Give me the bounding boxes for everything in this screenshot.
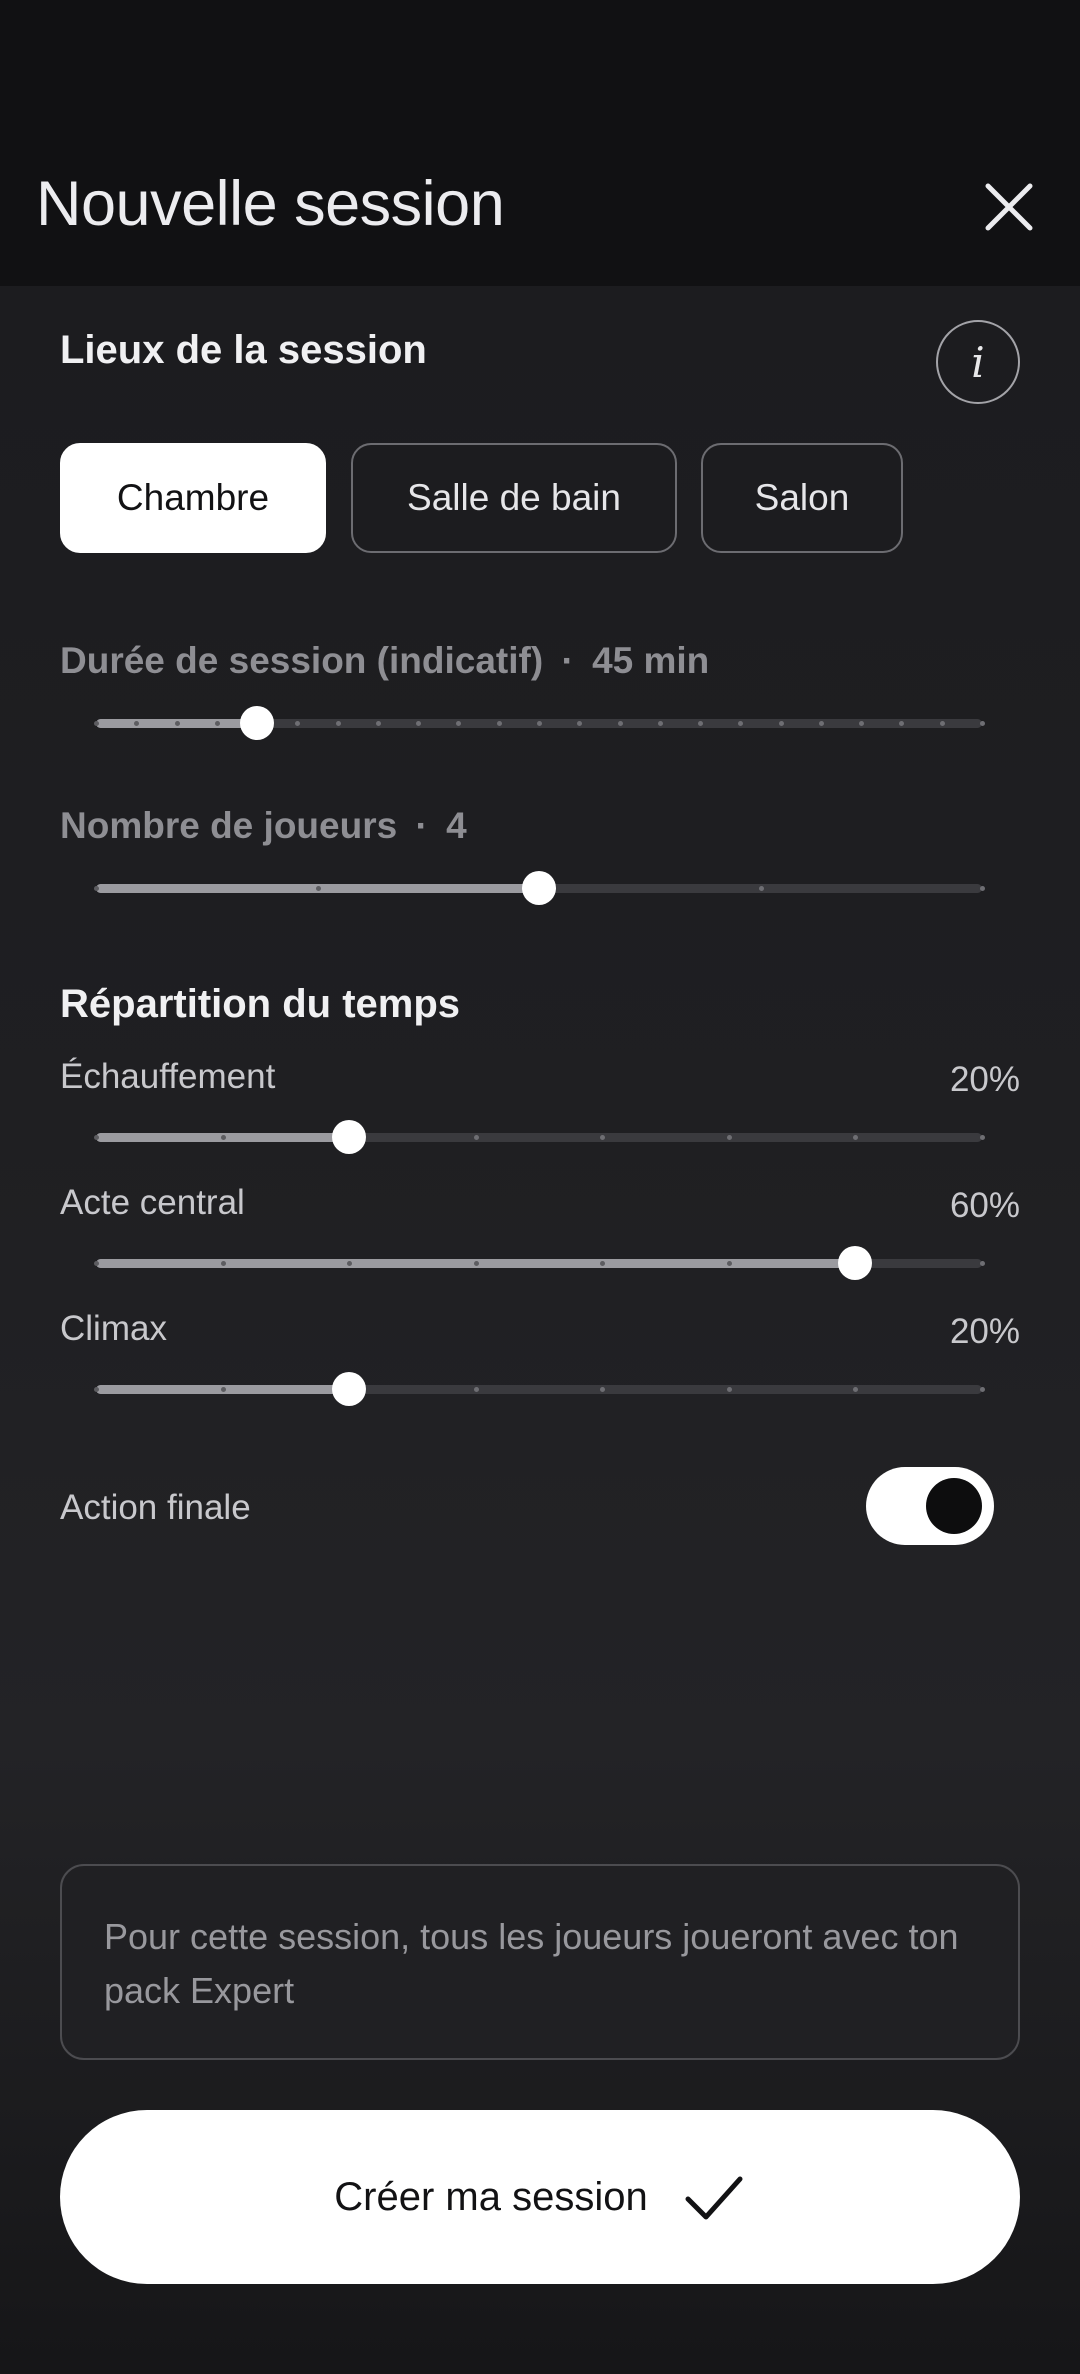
time-split-title: Répartition du temps <box>60 982 461 1026</box>
create-session-label: Créer ma session <box>334 2174 648 2219</box>
slider-tick <box>220 1261 226 1266</box>
slider-tick <box>94 1135 99 1140</box>
slider-tick <box>980 886 985 891</box>
close-button[interactable] <box>976 174 1042 240</box>
slider-tick <box>94 1261 99 1266</box>
close-icon <box>985 183 1033 231</box>
slider-tick <box>980 1261 985 1266</box>
slider-tick <box>220 1135 226 1140</box>
slider-tick <box>758 886 764 891</box>
players-label-text: Nombre de joueurs <box>60 805 398 846</box>
create-session-button[interactable]: Créer ma session <box>60 2110 1020 2284</box>
players-slider[interactable] <box>94 868 985 908</box>
climax-percent: 20% <box>949 1312 1020 1351</box>
chip-chambre[interactable]: Chambre <box>60 443 326 553</box>
slider-thumb[interactable] <box>332 1372 367 1406</box>
slider-tick <box>657 721 663 726</box>
climax-label: Climax <box>60 1309 167 1348</box>
slider-tick <box>778 721 784 726</box>
slider-tick <box>315 886 321 891</box>
slider-tick <box>94 721 99 726</box>
slider-tick <box>94 886 99 891</box>
slider-tick <box>980 1135 985 1140</box>
chip-salon[interactable]: Salon <box>701 443 903 553</box>
page-title: Nouvelle session <box>36 169 505 239</box>
location-section-title: Lieux de la session <box>60 328 427 372</box>
slider-tick <box>473 1135 479 1140</box>
slider-tick <box>939 721 945 726</box>
warmup-percent: 20% <box>949 1060 1020 1099</box>
players-label: Nombre de joueurs · 4 <box>60 805 467 847</box>
slider-tick <box>473 1387 479 1392</box>
duration-separator: · <box>561 640 574 681</box>
final-action-label: Action finale <box>60 1488 251 1527</box>
central-act-slider[interactable] <box>94 1243 985 1283</box>
slider-tick <box>220 1387 226 1392</box>
final-action-toggle[interactable] <box>866 1467 994 1545</box>
slider-tick <box>375 721 381 726</box>
central-act-label: Acte central <box>60 1183 245 1222</box>
info-note: Pour cette session, tous les joueurs jou… <box>60 1864 1020 2060</box>
slider-tick <box>174 721 180 726</box>
slider-tick <box>980 1387 985 1392</box>
header-bar <box>0 0 1080 286</box>
players-value: 4 <box>446 805 467 846</box>
slider-tick <box>617 721 623 726</box>
slider-tick <box>537 721 542 726</box>
slider-tick <box>980 721 985 726</box>
slider-tick <box>214 721 220 726</box>
slider-tick <box>818 721 824 726</box>
check-icon <box>685 2176 743 2220</box>
slider-thumb[interactable] <box>522 871 556 905</box>
info-icon: i <box>971 337 985 387</box>
slider-tick <box>94 1387 99 1392</box>
slider-thumb[interactable] <box>240 706 275 740</box>
slider-thumb[interactable] <box>838 1246 873 1280</box>
central-act-percent: 60% <box>949 1186 1020 1225</box>
climax-slider[interactable] <box>94 1369 985 1409</box>
slider-tick <box>726 1387 732 1392</box>
chip-salle-de-bain[interactable]: Salle de bain <box>351 443 677 553</box>
warmup-slider[interactable] <box>94 1117 985 1157</box>
slider-tick <box>496 721 502 726</box>
duration-slider[interactable] <box>94 703 985 743</box>
info-button[interactable]: i <box>936 320 1020 404</box>
slider-tick <box>726 1261 732 1266</box>
duration-label-text: Durée de session (indicatif) <box>60 640 544 681</box>
warmup-label: Échauffement <box>60 1057 276 1096</box>
duration-label: Durée de session (indicatif) · 45 min <box>60 640 709 682</box>
slider-thumb[interactable] <box>332 1120 367 1154</box>
slider-tick <box>726 1135 732 1140</box>
slider-tick <box>335 721 341 726</box>
players-separator: · <box>415 805 428 846</box>
toggle-knob <box>926 1478 982 1534</box>
slider-tick <box>473 1261 479 1266</box>
duration-value: 45 min <box>592 640 710 681</box>
